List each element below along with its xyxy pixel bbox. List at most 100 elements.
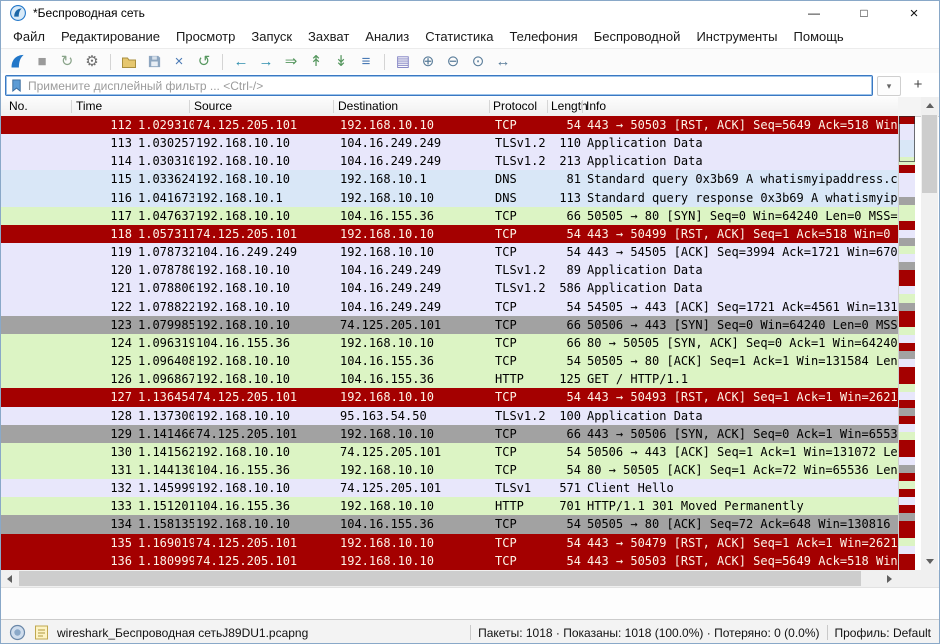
column-header-source[interactable]: Source bbox=[194, 99, 232, 113]
packet-row[interactable]: 1271.13645474.125.205.101192.168.10.10TC… bbox=[1, 388, 898, 406]
zoom-original-icon[interactable]: ⊙ bbox=[466, 51, 490, 73]
resize-columns-icon[interactable]: ↔ bbox=[491, 51, 515, 73]
menu-item-9[interactable]: Инструменты bbox=[688, 26, 785, 47]
go-forward-icon[interactable]: → bbox=[254, 51, 278, 73]
colorize-icon[interactable]: ▤ bbox=[391, 51, 415, 73]
right-arrow-icon bbox=[887, 575, 892, 583]
column-divider[interactable] bbox=[333, 100, 334, 113]
minimap-stripe bbox=[899, 359, 915, 367]
zoom-out-icon[interactable]: ⊖ bbox=[441, 51, 465, 73]
scroll-right-button[interactable] bbox=[881, 570, 898, 587]
open-file-icon[interactable] bbox=[117, 51, 141, 73]
menu-item-10[interactable]: Помощь bbox=[786, 26, 852, 47]
vertical-scrollbar[interactable] bbox=[921, 97, 938, 570]
go-to-packet-icon[interactable]: ⇒ bbox=[279, 51, 303, 73]
vertical-scrollbar-thumb[interactable] bbox=[922, 115, 937, 193]
packet-row[interactable]: 1281.137300192.168.10.1095.163.54.50TLSv… bbox=[1, 407, 898, 425]
packet-row[interactable]: 1301.141562192.168.10.1074.125.205.101TC… bbox=[1, 443, 898, 461]
menu-item-4[interactable]: Захват bbox=[300, 26, 357, 47]
packet-row[interactable]: 1231.079985192.168.10.1074.125.205.101TC… bbox=[1, 316, 898, 334]
last-packet-icon[interactable]: ↡ bbox=[329, 51, 353, 73]
menu-item-0[interactable]: Файл bbox=[5, 26, 53, 47]
packet-row[interactable]: 1171.047637192.168.10.10104.16.155.36TCP… bbox=[1, 207, 898, 225]
packet-row[interactable]: 1261.096867192.168.10.10104.16.155.36HTT… bbox=[1, 370, 898, 388]
column-divider[interactable] bbox=[547, 100, 548, 113]
display-filter-input[interactable] bbox=[26, 78, 872, 94]
packet-row[interactable]: 1211.078806192.168.10.10104.16.249.249TL… bbox=[1, 279, 898, 297]
column-divider[interactable] bbox=[189, 100, 190, 113]
menu-item-7[interactable]: Телефония bbox=[501, 26, 585, 47]
cell-time: 1.145999 bbox=[136, 479, 194, 497]
restart-capture-icon[interactable]: ↻ bbox=[55, 51, 79, 73]
column-divider[interactable] bbox=[71, 100, 72, 113]
column-header-time[interactable]: Time bbox=[76, 99, 102, 113]
reload-file-icon[interactable]: ↺ bbox=[192, 51, 216, 73]
packet-row[interactable]: 1191.078732104.16.249.249192.168.10.10TC… bbox=[1, 243, 898, 261]
zoom-in-icon[interactable]: ⊕ bbox=[416, 51, 440, 73]
maximize-button[interactable]: □ bbox=[839, 1, 889, 25]
packet-minimap[interactable] bbox=[898, 116, 915, 570]
column-header-protocol[interactable]: Protocol bbox=[493, 99, 537, 113]
cell-no: 133 bbox=[1, 497, 136, 515]
cell-no: 136 bbox=[1, 552, 136, 570]
packet-row[interactable]: 1181.05731174.125.205.101192.168.10.10TC… bbox=[1, 225, 898, 243]
scroll-left-button[interactable] bbox=[1, 570, 18, 587]
expert-info-icon[interactable] bbox=[9, 624, 26, 641]
column-header-no[interactable]: No. bbox=[9, 99, 28, 113]
close-file-icon[interactable]: × bbox=[167, 51, 191, 73]
cell-time: 1.096319 bbox=[136, 334, 194, 352]
cell-info: Application Data bbox=[585, 279, 898, 297]
packet-row[interactable]: 1331.151201104.16.155.36192.168.10.10HTT… bbox=[1, 497, 898, 515]
column-divider[interactable] bbox=[489, 100, 490, 113]
save-file-icon[interactable] bbox=[142, 51, 166, 73]
go-back-icon[interactable]: ← bbox=[229, 51, 253, 73]
packet-row[interactable]: 1151.033624192.168.10.10192.168.10.1DNS8… bbox=[1, 170, 898, 188]
menu-item-1[interactable]: Редактирование bbox=[53, 26, 168, 47]
profile-selector[interactable]: Профиль: Default bbox=[835, 626, 932, 640]
packet-row[interactable]: 1311.144130104.16.155.36192.168.10.10TCP… bbox=[1, 461, 898, 479]
minimap-stripe bbox=[899, 448, 915, 456]
menu-item-5[interactable]: Анализ bbox=[357, 26, 417, 47]
menu-item-3[interactable]: Запуск bbox=[243, 26, 300, 47]
cell-no: 125 bbox=[1, 352, 136, 370]
packet-row[interactable]: 1291.14146674.125.205.101192.168.10.10TC… bbox=[1, 425, 898, 443]
packet-row[interactable]: 1351.16901974.125.205.101192.168.10.10TC… bbox=[1, 534, 898, 552]
column-header-info[interactable]: Info bbox=[586, 99, 606, 113]
packet-row[interactable]: 1161.041673192.168.10.1192.168.10.10DNS1… bbox=[1, 189, 898, 207]
column-header-destination[interactable]: Destination bbox=[338, 99, 398, 113]
horizontal-scrollbar-thumb[interactable] bbox=[19, 571, 861, 586]
menu-item-6[interactable]: Статистика bbox=[417, 26, 501, 47]
stop-capture-icon[interactable]: ■ bbox=[30, 51, 54, 73]
minimap-stripe bbox=[899, 262, 915, 270]
packet-row[interactable]: 1141.030310192.168.10.10104.16.249.249TL… bbox=[1, 152, 898, 170]
start-capture-icon[interactable] bbox=[5, 51, 29, 73]
packet-row[interactable]: 1121.02931074.125.205.101192.168.10.10TC… bbox=[1, 116, 898, 134]
first-packet-icon[interactable]: ↟ bbox=[304, 51, 328, 73]
packet-row[interactable]: 1321.145999192.168.10.1074.125.205.101TL… bbox=[1, 479, 898, 497]
display-filter-field[interactable] bbox=[5, 75, 873, 96]
packet-row[interactable]: 1361.18099974.125.205.101192.168.10.10TC… bbox=[1, 552, 898, 570]
scroll-down-button[interactable] bbox=[921, 553, 938, 570]
packet-row[interactable]: 1341.158135192.168.10.10104.16.155.36TCP… bbox=[1, 515, 898, 533]
capture-options-icon[interactable]: ⚙ bbox=[80, 51, 104, 73]
add-filter-button[interactable]: + bbox=[907, 75, 929, 94]
minimize-button[interactable]: — bbox=[789, 1, 839, 25]
column-divider[interactable] bbox=[582, 100, 583, 113]
horizontal-scrollbar[interactable] bbox=[1, 570, 898, 587]
packet-row[interactable]: 1251.096408192.168.10.10104.16.155.36TCP… bbox=[1, 352, 898, 370]
menu-item-8[interactable]: Беспроводной bbox=[586, 26, 689, 47]
filter-bookmark-icon[interactable] bbox=[10, 79, 23, 92]
capture-comment-icon[interactable] bbox=[33, 624, 50, 641]
packet-row[interactable]: 1221.078822192.168.10.10104.16.249.249TC… bbox=[1, 298, 898, 316]
packet-row[interactable]: 1201.078780192.168.10.10104.16.249.249TL… bbox=[1, 261, 898, 279]
cell-no: 118 bbox=[1, 225, 136, 243]
filter-history-dropdown[interactable]: ▾ bbox=[877, 76, 901, 96]
cell-dst: 192.168.10.10 bbox=[338, 189, 493, 207]
minimap-stripe bbox=[899, 197, 915, 205]
scroll-up-button[interactable] bbox=[921, 97, 938, 114]
auto-scroll-icon[interactable]: ≡ bbox=[354, 51, 378, 73]
close-button[interactable]: × bbox=[889, 1, 939, 25]
packet-row[interactable]: 1241.096319104.16.155.36192.168.10.10TCP… bbox=[1, 334, 898, 352]
menu-item-2[interactable]: Просмотр bbox=[168, 26, 243, 47]
packet-row[interactable]: 1131.030257192.168.10.10104.16.249.249TL… bbox=[1, 134, 898, 152]
